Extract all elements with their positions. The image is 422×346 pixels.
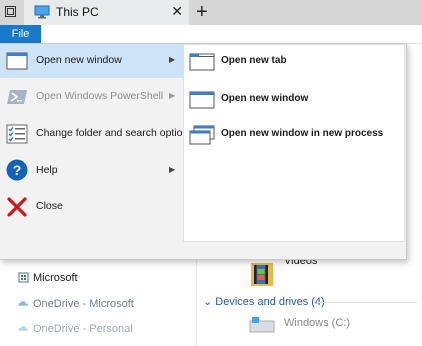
- new-window-icon: [189, 91, 215, 109]
- cloud-icon: [18, 301, 29, 306]
- tab-this-pc[interactable]: This PC ✕: [24, 0, 189, 25]
- open-new-window-submenu: Open new tab Open new window Open new wi…: [183, 44, 405, 242]
- submenu-arrow-icon: ▶: [169, 91, 176, 100]
- powershell-icon: [7, 90, 27, 104]
- submenu-item-open-new-process[interactable]: Open new window in new process: [184, 118, 404, 152]
- submenu-item-label: Open new tab: [221, 55, 287, 66]
- menu-item-help[interactable]: ? Help ▶: [0, 154, 183, 188]
- file-tab[interactable]: File: [0, 25, 41, 43]
- svg-text:?: ?: [13, 162, 22, 178]
- submenu-item-label: Open new window in new process: [221, 128, 384, 139]
- tab-title: This PC: [56, 5, 99, 19]
- submenu-arrow-icon: ▶: [169, 55, 176, 64]
- tab-close-icon[interactable]: ✕: [171, 4, 183, 18]
- devices-drives-header[interactable]: ⌄ Devices and drives (4): [203, 295, 325, 308]
- system-menu-icon[interactable]: [5, 6, 16, 17]
- drive-icon[interactable]: [249, 316, 275, 334]
- nav-item-label: Microsoft: [33, 272, 78, 284]
- ribbon: [0, 25, 422, 44]
- submenu-item-open-new-tab[interactable]: Open new tab: [184, 45, 404, 79]
- devices-drives-label: Devices and drives (4): [215, 296, 325, 308]
- file-menu-items: Open new window ▶ Open Windows PowerShel…: [0, 44, 194, 259]
- folder-options-icon: [6, 124, 28, 144]
- nav-item-label: OneDrive - Microsoft: [33, 298, 134, 310]
- section-divider: [317, 302, 417, 303]
- menu-item-folder-options[interactable]: Change folder and search options: [0, 117, 194, 151]
- this-pc-icon: [34, 5, 50, 19]
- submenu-arrow-icon: ▶: [169, 165, 176, 174]
- new-tab-button[interactable]: +: [196, 2, 208, 22]
- close-x-icon: [7, 197, 27, 217]
- videos-folder-icon[interactable]: [249, 260, 275, 288]
- submenu-item-label: Open new window: [221, 93, 309, 104]
- cloud-icon: [18, 326, 29, 331]
- building-icon: [18, 272, 29, 283]
- menu-item-open-powershell[interactable]: Open Windows PowerShell ▶: [0, 80, 183, 114]
- menu-item-label: Change folder and search options: [36, 127, 194, 139]
- help-icon: ?: [6, 159, 28, 181]
- new-tab-icon: [189, 53, 215, 71]
- menu-item-label: Open new window: [36, 54, 122, 66]
- file-menu: Open new window ▶ Open Windows PowerShel…: [0, 43, 407, 260]
- menu-item-label: Close: [36, 200, 63, 212]
- title-bar: This PC ✕ +: [0, 0, 422, 25]
- chevron-down-icon: ⌄: [203, 296, 213, 308]
- menu-item-close[interactable]: Close: [0, 190, 183, 224]
- navigation-pane: Microsoft OneDrive - Microsoft OneDrive …: [0, 258, 197, 346]
- content-pane: Videos ⌄ Devices and drives (4) Windows …: [197, 255, 422, 346]
- menu-item-label: Open Windows PowerShell: [36, 90, 164, 102]
- new-process-window-icon: [189, 125, 215, 145]
- drive-label[interactable]: Windows (C:): [284, 317, 350, 329]
- menu-item-open-new-window[interactable]: Open new window ▶: [0, 44, 183, 78]
- submenu-item-open-new-window[interactable]: Open new window: [184, 83, 404, 117]
- menu-item-label: Help: [36, 164, 58, 176]
- window-icon: [6, 52, 28, 70]
- nav-item-label: OneDrive - Personal: [33, 323, 133, 335]
